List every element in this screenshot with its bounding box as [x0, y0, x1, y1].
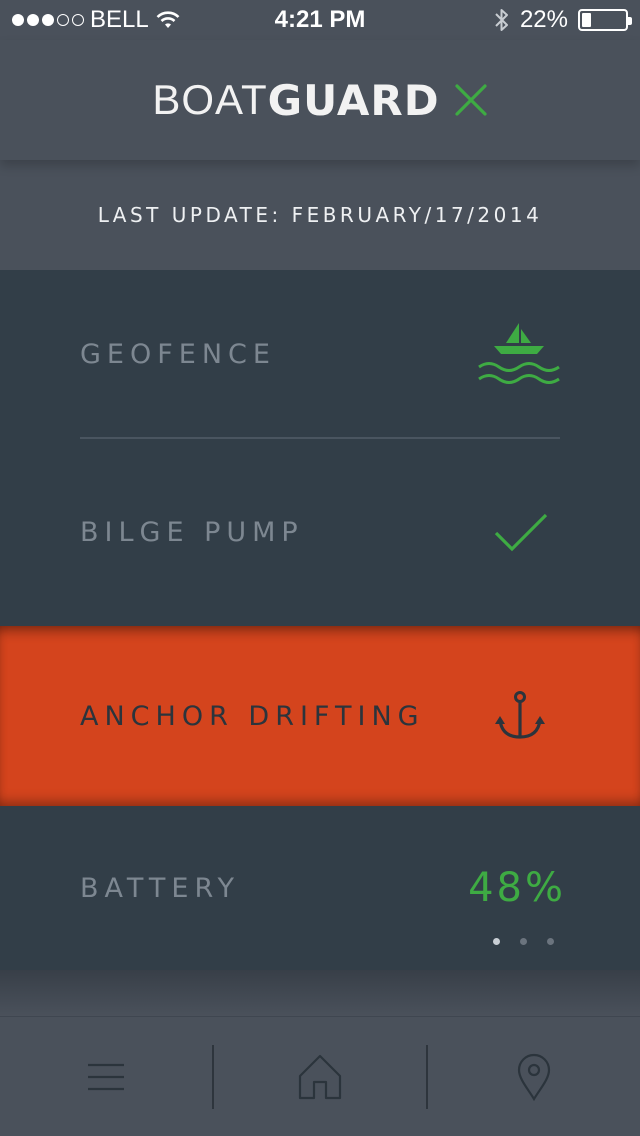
last-update-bar: LAST UPDATE: FEBRUARY/17/2014: [0, 160, 640, 270]
last-update-text: LAST UPDATE: FEBRUARY/17/2014: [97, 203, 543, 227]
bilge-pump-row[interactable]: BILGE PUMP: [0, 438, 640, 626]
status-left: BELL: [12, 6, 181, 34]
menu-icon: [88, 1063, 124, 1090]
location-pin-icon: [517, 1053, 551, 1101]
signal-strength-icon: [12, 14, 84, 26]
logo-text-thin: BOAT: [152, 76, 268, 123]
battery-percent: 22%: [519, 6, 568, 33]
geofence-label: GEOFENCE: [80, 338, 276, 370]
tab-home[interactable]: [214, 1017, 426, 1136]
bluetooth-icon: [495, 9, 508, 31]
battery-row[interactable]: BATTERY 48%: [0, 806, 640, 970]
boat-waves-icon: [478, 323, 560, 384]
battery-icon: [578, 9, 632, 31]
carrier-name: BELL: [90, 6, 149, 33]
anchor-drifting-row[interactable]: ANCHOR DRIFTING: [0, 626, 640, 806]
app-header: BOAT GUARD: [0, 40, 640, 160]
status-right: 22%: [494, 6, 632, 34]
app-logo: BOAT GUARD: [152, 76, 487, 125]
page-indicator[interactable]: [493, 938, 554, 945]
tab-bar: [0, 1016, 640, 1136]
row-divider: [80, 437, 560, 439]
close-x-icon: [455, 84, 487, 116]
logo-text-bold: GUARD: [267, 75, 440, 125]
tab-location[interactable]: [428, 1017, 640, 1136]
battery-label: BATTERY: [80, 872, 240, 904]
battery-fill: [582, 13, 592, 27]
anchor-icon: [495, 691, 545, 739]
page-dot[interactable]: [520, 938, 527, 945]
bilge-pump-label: BILGE PUMP: [80, 516, 304, 548]
geofence-row[interactable]: GEOFENCE: [0, 270, 640, 438]
home-icon: [298, 1054, 342, 1099]
page-dot[interactable]: [493, 938, 500, 945]
wifi-icon: [156, 11, 180, 28]
status-bar: BELL 4:21 PM 22%: [0, 0, 640, 40]
battery-value: 48%: [468, 865, 566, 911]
tab-menu[interactable]: [0, 1017, 212, 1136]
checkmark-icon: [494, 513, 548, 552]
content-bottom-gap: [0, 970, 640, 1016]
anchor-drifting-label: ANCHOR DRIFTING: [80, 700, 425, 732]
page-dot[interactable]: [547, 938, 554, 945]
